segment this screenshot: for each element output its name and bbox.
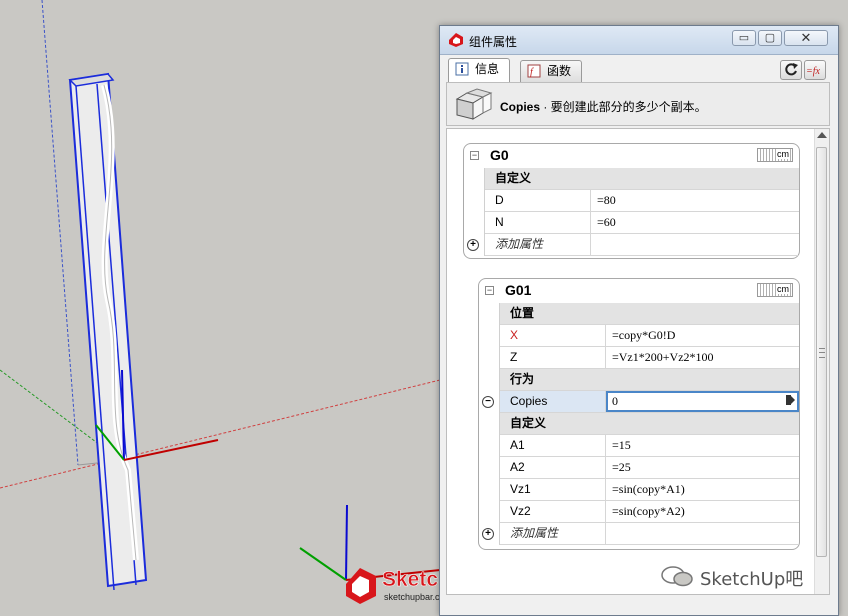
attribute-row[interactable]: Vz1 =sin(copy*A1)	[500, 479, 799, 501]
attribute-key: Z	[500, 347, 606, 368]
tab-bar: 信息 f 函数 =fx	[446, 58, 832, 83]
window-title: 组件属性	[469, 35, 518, 49]
attribute-key: X	[500, 325, 606, 346]
wechat-icon	[661, 566, 693, 587]
sketchup-app-icon	[449, 33, 463, 47]
component-card-g0: − G0 cm 自定义 D =80 N =60 + 添加属性	[463, 143, 800, 259]
component-card-g01: − G01 cm 位置 X =copy*G0!D Z =Vz1*200+Vz2*…	[478, 278, 800, 550]
attribute-key: D	[485, 190, 591, 211]
info-header: Copies · 要创建此部分的多少个副本。	[446, 82, 830, 126]
add-attribute-icon[interactable]: +	[467, 239, 479, 251]
add-attribute-row[interactable]: + 添加属性	[467, 234, 799, 256]
attribute-key: Vz2	[500, 501, 606, 522]
attribute-row[interactable]: Vz2 =sin(copy*A2)	[500, 501, 799, 523]
scroll-up-icon[interactable]	[817, 132, 827, 138]
attribute-row[interactable]: Z =Vz1*200+Vz2*100	[500, 347, 799, 369]
component-header: − G0 cm	[464, 144, 799, 168]
attribute-row[interactable]: D =80	[485, 190, 799, 212]
attribute-value-input[interactable]: 0	[606, 391, 799, 412]
group-header: 自定义	[500, 413, 799, 435]
attribute-key: N	[485, 212, 591, 233]
watermark-text: SketchUp吧	[700, 569, 804, 590]
units-label: cm	[777, 284, 789, 294]
remove-attribute-icon[interactable]: −	[482, 396, 494, 408]
attribute-row[interactable]: X =copy*G0!D	[500, 325, 799, 347]
attribute-key: Vz1	[500, 479, 606, 500]
group-header: 位置	[500, 303, 799, 325]
options-arrow-icon[interactable]	[786, 395, 795, 405]
maximize-button[interactable]: ▢	[758, 30, 782, 46]
attribute-row[interactable]: N =60	[485, 212, 799, 234]
collapse-toggle[interactable]: −	[485, 286, 494, 295]
attribute-value[interactable]: =sin(copy*A2)	[606, 501, 799, 522]
component-attributes-window: 组件属性 ▭ ▢ ✕ 信息 f 函数 =fx Copies · 要创建此部分的多…	[439, 25, 839, 616]
attribute-value[interactable]: =15	[606, 435, 799, 456]
grip-icon	[819, 348, 825, 358]
attribute-value[interactable]: =copy*G0!D	[606, 325, 799, 346]
units-label: cm	[777, 149, 789, 159]
blue-axis-dashed	[41, 0, 79, 466]
fx-icon: f	[527, 64, 541, 78]
status-bar	[440, 595, 838, 615]
scrollbar-thumb[interactable]	[816, 147, 827, 557]
refresh-button[interactable]	[780, 60, 802, 80]
attribute-description: Copies · 要创建此部分的多少个副本。	[500, 98, 707, 115]
attribute-rows: 位置 X =copy*G0!D Z =Vz1*200+Vz2*100 行为 − …	[482, 303, 799, 545]
attribute-key: Copies	[500, 391, 606, 412]
attributes-panel[interactable]: − G0 cm 自定义 D =80 N =60 + 添加属性 − G01 cm …	[446, 128, 830, 595]
add-attribute-label[interactable]: 添加属性	[500, 523, 606, 544]
units-selector[interactable]: cm	[757, 283, 793, 297]
minimize-button[interactable]: ▭	[732, 30, 756, 46]
attribute-value[interactable]: =60	[591, 212, 799, 233]
attribute-value[interactable]: =Vz1*200+Vz2*100	[606, 347, 799, 368]
attribute-value[interactable]: =sin(copy*A1)	[606, 479, 799, 500]
collapse-toggle[interactable]: −	[470, 151, 479, 160]
component-name: G0	[490, 147, 509, 163]
refresh-icon	[785, 63, 798, 76]
attribute-rows: 自定义 D =80 N =60 + 添加属性	[467, 168, 799, 256]
attribute-key: A2	[500, 457, 606, 478]
add-attribute-label[interactable]: 添加属性	[485, 234, 591, 255]
component-header: − G01 cm	[479, 279, 799, 303]
tab-functions-label: 函数	[547, 64, 572, 78]
add-attribute-row[interactable]: + 添加属性	[482, 523, 799, 545]
attribute-row[interactable]: A2 =25	[500, 457, 799, 479]
origin-green-axis	[299, 547, 347, 581]
attribute-row[interactable]: A1 =15	[500, 435, 799, 457]
component-box-icon	[455, 88, 493, 120]
title-bar[interactable]: 组件属性 ▭ ▢ ✕	[440, 26, 838, 55]
group-header: 自定义	[485, 168, 799, 190]
minimize-icon: ▭	[738, 32, 750, 44]
formula-icon: =fx	[806, 66, 821, 77]
attribute-row-selected[interactable]: − Copies 0	[482, 391, 799, 413]
attribute-key: A1	[500, 435, 606, 456]
attribute-name: Copies	[500, 100, 541, 114]
attribute-value[interactable]: =25	[606, 457, 799, 478]
component-name: G01	[505, 282, 532, 298]
maximize-icon: ▢	[764, 32, 776, 44]
svg-text:=fx: =fx	[806, 66, 821, 77]
red-axis-dashed	[0, 379, 441, 489]
tab-functions[interactable]: f 函数	[520, 60, 582, 82]
vertical-scrollbar[interactable]	[814, 129, 829, 594]
attribute-value[interactable]: =80	[591, 190, 799, 211]
units-selector[interactable]: cm	[757, 148, 793, 162]
toggle-formula-button[interactable]: =fx	[804, 60, 826, 80]
tab-info-label: 信息	[475, 62, 500, 76]
add-attribute-icon[interactable]: +	[482, 528, 494, 540]
attribute-help: · 要创建此部分的多少个副本。	[540, 100, 707, 114]
info-icon	[455, 62, 469, 76]
group-header: 行为	[500, 369, 799, 391]
close-icon: ✕	[800, 30, 812, 45]
close-button[interactable]: ✕	[784, 30, 828, 46]
tab-info[interactable]: 信息	[448, 58, 510, 83]
